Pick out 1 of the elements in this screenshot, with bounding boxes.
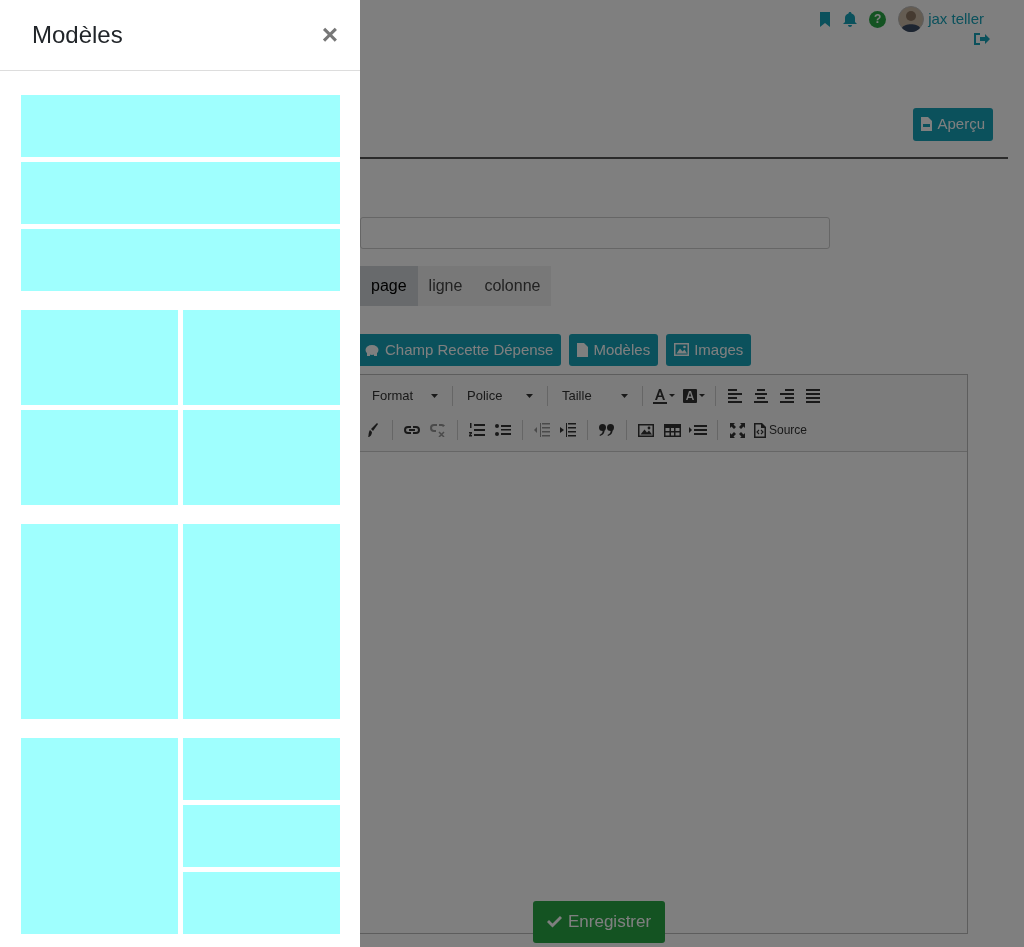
panel-title: Modèles (32, 20, 123, 50)
